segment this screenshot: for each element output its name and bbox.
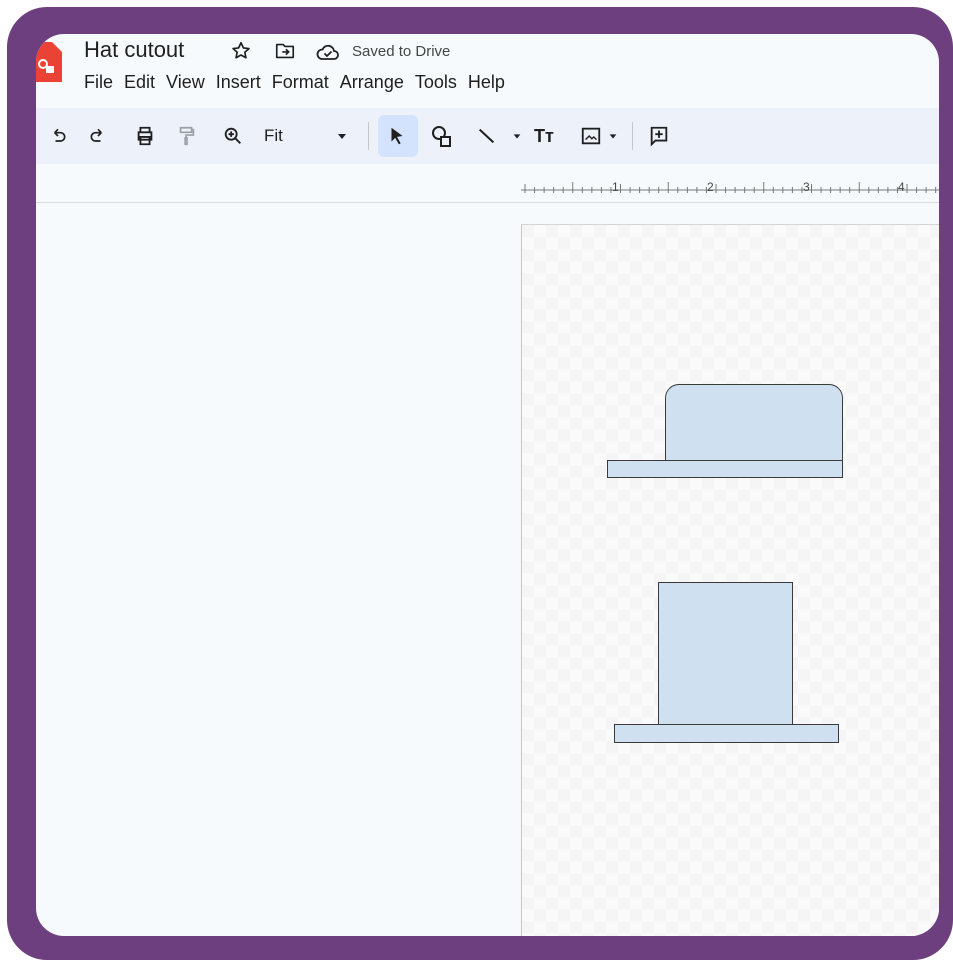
toolbar-divider bbox=[368, 122, 369, 150]
screenshot-frame: Hat cutout Saved to Drive File Edit View… bbox=[0, 0, 953, 960]
top-hat-crown[interactable] bbox=[658, 582, 793, 726]
bowler-hat-crown[interactable] bbox=[665, 384, 843, 462]
comment-add-icon bbox=[650, 126, 668, 147]
ruler-ticks bbox=[521, 182, 939, 193]
dropdown-arrow-icon bbox=[338, 134, 346, 139]
star-icon[interactable] bbox=[230, 40, 252, 62]
menu-view[interactable]: View bbox=[166, 72, 216, 93]
undo-button[interactable] bbox=[48, 124, 68, 148]
line-icon bbox=[478, 128, 495, 144]
shape-tool[interactable] bbox=[430, 124, 454, 148]
ruler-label-2: 2 bbox=[707, 180, 714, 194]
ruler: 1 2 3 4 bbox=[36, 164, 939, 203]
text-box-tool[interactable]: Tт bbox=[534, 124, 554, 148]
ruler-label-4: 4 bbox=[898, 180, 905, 194]
bowler-hat-brim[interactable] bbox=[607, 460, 843, 478]
dropdown-arrow-icon bbox=[513, 134, 521, 139]
zoom-dropdown[interactable] bbox=[336, 124, 348, 148]
select-tool[interactable] bbox=[386, 124, 408, 148]
drawings-logo-icon[interactable] bbox=[36, 42, 62, 82]
ruler-label-1: 1 bbox=[612, 180, 619, 194]
menu-edit[interactable]: Edit bbox=[124, 72, 166, 93]
line-dropdown[interactable] bbox=[512, 124, 522, 148]
menu-format[interactable]: Format bbox=[272, 72, 340, 93]
top-hat-brim[interactable] bbox=[614, 724, 839, 743]
paint-format-icon bbox=[179, 126, 195, 146]
document-title[interactable]: Hat cutout bbox=[84, 37, 184, 63]
menu-help[interactable]: Help bbox=[468, 72, 516, 93]
cloud-saved-icon[interactable] bbox=[316, 42, 340, 62]
add-comment-button[interactable] bbox=[648, 124, 670, 148]
menu-bar: File Edit View Insert Format Arrange Too… bbox=[84, 72, 516, 93]
zoom-icon bbox=[224, 127, 241, 144]
dropdown-arrow-icon bbox=[609, 134, 617, 139]
image-tool[interactable] bbox=[580, 124, 602, 148]
paint-format-button[interactable] bbox=[176, 124, 198, 148]
print-icon bbox=[137, 126, 153, 146]
redo-icon bbox=[90, 128, 102, 142]
drawing-canvas[interactable] bbox=[521, 224, 939, 936]
zoom-button[interactable] bbox=[222, 124, 244, 148]
undo-icon bbox=[54, 128, 66, 142]
select-cursor-icon bbox=[391, 127, 403, 145]
image-icon bbox=[581, 127, 601, 145]
menu-insert[interactable]: Insert bbox=[216, 72, 272, 93]
menu-arrange[interactable]: Arrange bbox=[340, 72, 415, 93]
save-status: Saved to Drive bbox=[352, 43, 451, 60]
print-button[interactable] bbox=[134, 124, 156, 148]
menu-tools[interactable]: Tools bbox=[415, 72, 468, 93]
move-to-folder-icon[interactable] bbox=[274, 40, 296, 62]
line-tool[interactable] bbox=[476, 124, 498, 148]
menu-file[interactable]: File bbox=[84, 72, 124, 93]
toolbar-divider bbox=[632, 122, 633, 150]
image-dropdown[interactable] bbox=[608, 124, 618, 148]
zoom-level[interactable]: Fit bbox=[264, 126, 283, 146]
toolbar: Fit Tт bbox=[36, 108, 939, 164]
shape-icon bbox=[432, 126, 451, 147]
app-window: Hat cutout Saved to Drive File Edit View… bbox=[36, 34, 939, 936]
ruler-label-3: 3 bbox=[803, 180, 810, 194]
redo-button[interactable] bbox=[88, 124, 108, 148]
